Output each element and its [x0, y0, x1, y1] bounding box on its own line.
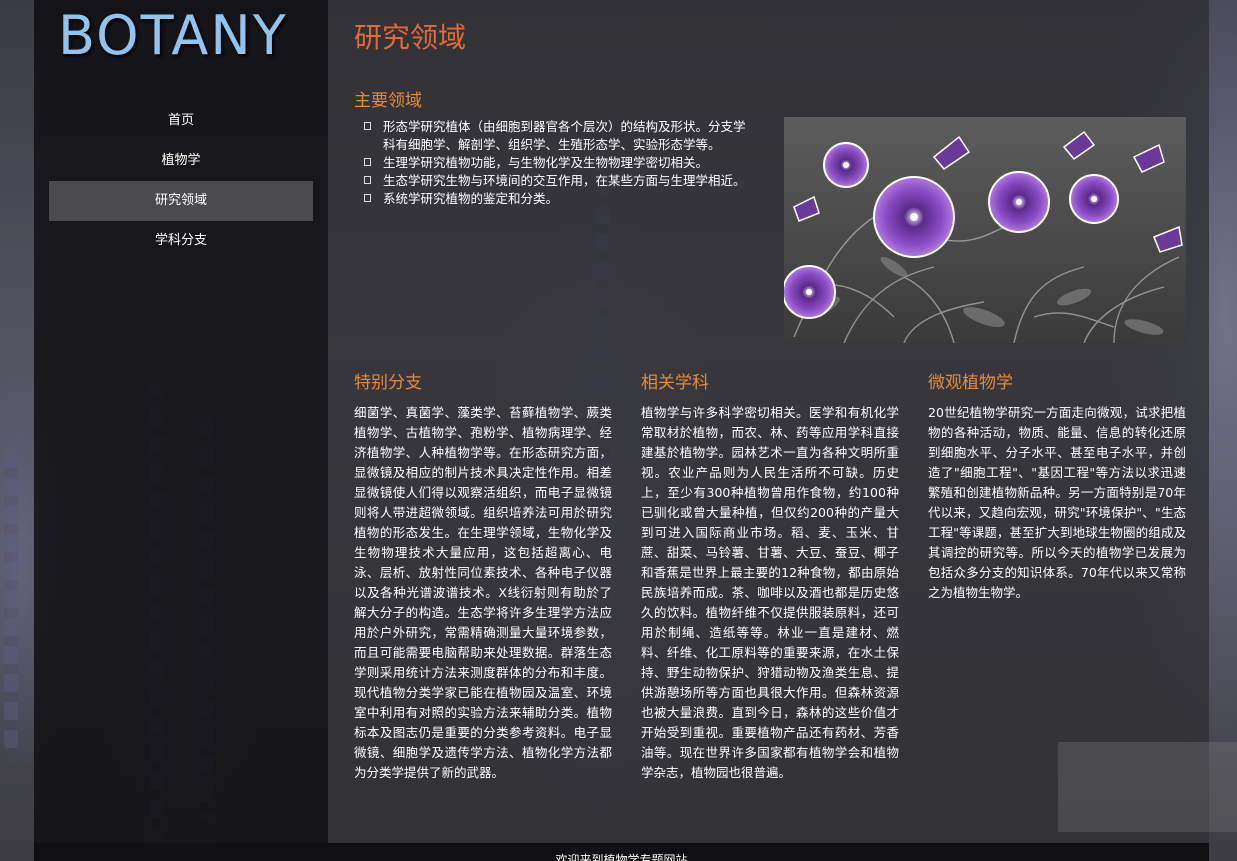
nav-item-branches[interactable]: 学科分支	[49, 221, 313, 261]
nav-item-botany[interactable]: 植物学	[49, 141, 313, 181]
section-text-micro-botany: 20世纪植物学研究一方面走向微观，试求把植物的各种活动，物质、能量、信息的转化还…	[928, 405, 1186, 600]
section-heading-micro-botany: 微观植物学	[928, 373, 1013, 393]
list-item-text: 系统学研究植物的鉴定和分类。	[383, 191, 559, 206]
list-item: 系统学研究植物的鉴定和分类。	[364, 190, 754, 208]
section-heading-main-areas: 主要领域	[354, 91, 422, 111]
petunia-flowers-image	[784, 117, 1186, 343]
main-nav: 首页 植物学 研究领域 学科分支	[49, 101, 313, 261]
section-heading-related-disciplines: 相关学科	[641, 373, 709, 393]
list-item-text: 形态学研究植体（由细胞到器官各个层次）的结构及形状。分支学科有细胞学、解剖学、组…	[383, 119, 746, 152]
column-related-disciplines: 相关学科 植物学与许多科学密切相关。医学和有机化学常取材於植物，而农、林、药等应…	[641, 368, 899, 783]
list-item: 生理学研究植物功能，与生物化学及生物物理学密切相关。	[364, 154, 754, 172]
section-heading-special-branches: 特别分支	[354, 373, 422, 393]
bullet-icon	[364, 122, 371, 130]
page-wrapper: BOTANY 首页 植物学 研究领域 学科分支 研究领域 主要领域 形态学研究植…	[34, 0, 1209, 861]
main-content: 研究领域 主要领域 形态学研究植体（由细胞到器官各个层次）的结构及形状。分支学科…	[328, 0, 1209, 843]
section-text-related-disciplines: 植物学与许多科学密切相关。医学和有机化学常取材於植物，而农、林、药等应用学科直接…	[641, 405, 899, 780]
column-special-branches: 特别分支 细菌学、真菌学、藻类学、苔藓植物学、蕨类植物学、古植物学、孢粉学、植物…	[354, 368, 612, 783]
petunia-illustration	[784, 117, 1186, 343]
corner-overlay-box	[1058, 742, 1237, 832]
list-item-text: 生理学研究植物功能，与生物化学及生物物理学密切相关。	[383, 155, 709, 170]
bullet-icon	[364, 194, 371, 202]
bullet-icon	[364, 176, 371, 184]
main-areas-list: 形态学研究植体（由细胞到器官各个层次）的结构及形状。分支学科有细胞学、解剖学、组…	[364, 118, 754, 208]
list-item: 生态学研究生物与环境间的交互作用，在某些方面与生理学相近。	[364, 172, 754, 190]
page-title: 研究领域	[354, 21, 467, 54]
nav-item-research-areas[interactable]: 研究领域	[49, 181, 313, 221]
bullet-icon	[364, 158, 371, 166]
footer: 欢迎来到植物学专题网站	[34, 843, 1209, 861]
section-text-special-branches: 细菌学、真菌学、藻类学、苔藓植物学、蕨类植物学、古植物学、孢粉学、植物病理学、经…	[354, 405, 612, 780]
list-item-text: 生态学研究生物与环境间的交互作用，在某些方面与生理学相近。	[383, 173, 746, 188]
site-logo[interactable]: BOTANY	[58, 4, 288, 67]
list-item: 形态学研究植体（由细胞到器官各个层次）的结构及形状。分支学科有细胞学、解剖学、组…	[364, 118, 754, 154]
background-lavender-stem	[4, 450, 18, 750]
sidebar: BOTANY 首页 植物学 研究领域 学科分支	[34, 0, 328, 843]
nav-item-home[interactable]: 首页	[49, 101, 313, 141]
column-micro-botany: 微观植物学 20世纪植物学研究一方面走向微观，试求把植物的各种活动，物质、能量、…	[928, 368, 1186, 603]
